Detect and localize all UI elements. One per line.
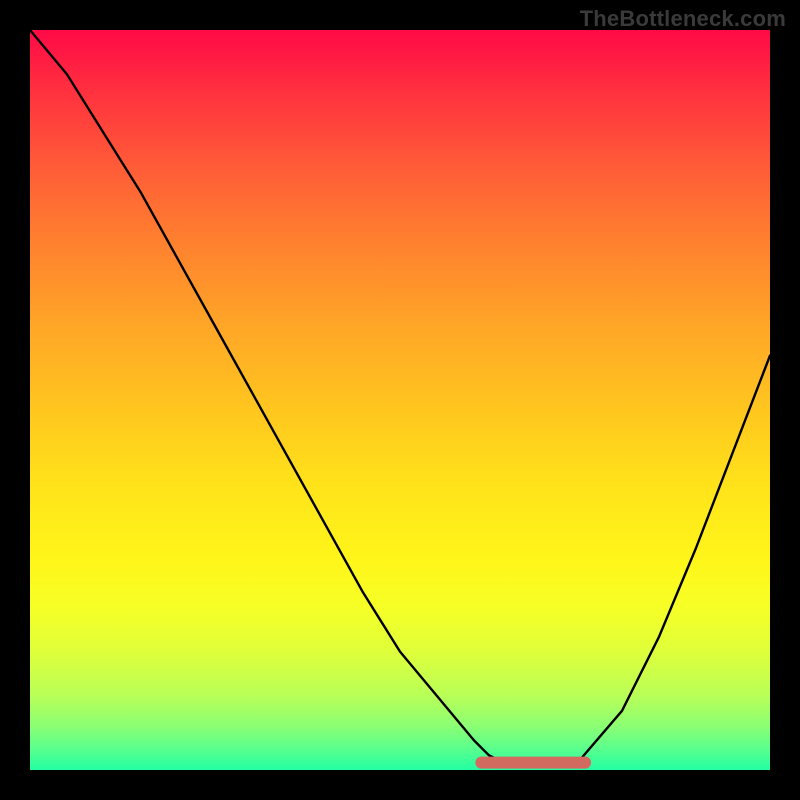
watermark-text: TheBottleneck.com	[580, 6, 786, 32]
plot-area	[30, 30, 770, 770]
optimal-flat-dot-right	[579, 757, 591, 769]
optimal-flat-dot-left	[475, 757, 487, 769]
bottleneck-curve	[30, 30, 770, 763]
chart-container: TheBottleneck.com	[0, 0, 800, 800]
curve-svg	[30, 30, 770, 770]
